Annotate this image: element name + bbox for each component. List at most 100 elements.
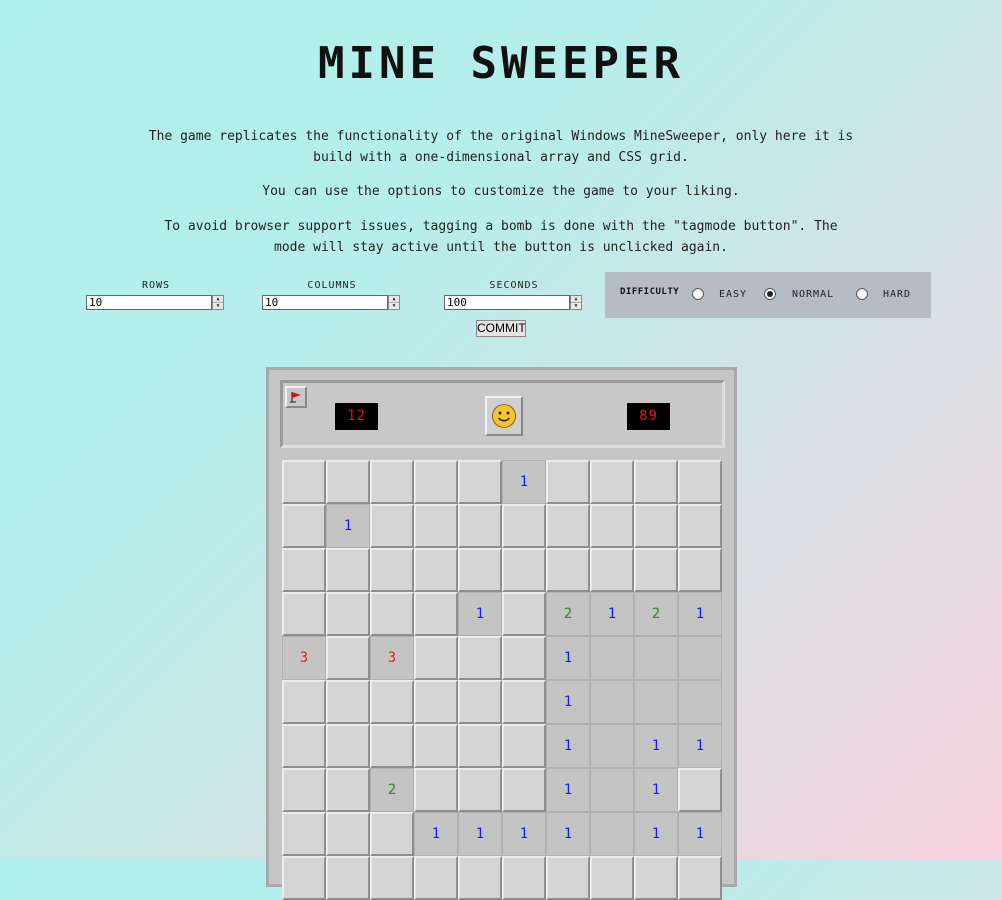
cell-closed[interactable]: [458, 460, 502, 504]
cell-closed[interactable]: [502, 636, 546, 680]
cell-closed[interactable]: [326, 768, 370, 812]
difficulty-option-normal[interactable]: NORMAL: [792, 289, 834, 300]
cell-closed[interactable]: [546, 856, 590, 900]
cell-number[interactable]: 1: [546, 768, 590, 812]
cell-closed[interactable]: [458, 856, 502, 900]
cell-closed[interactable]: [282, 680, 326, 724]
cell-closed[interactable]: [502, 856, 546, 900]
cell-closed[interactable]: [326, 592, 370, 636]
cell-number[interactable]: 1: [546, 812, 590, 856]
cell-closed[interactable]: [414, 460, 458, 504]
cell-number[interactable]: 3: [370, 636, 414, 680]
cell-number[interactable]: 1: [546, 680, 590, 724]
cell-closed[interactable]: [502, 504, 546, 548]
cell-empty[interactable]: [590, 724, 634, 768]
cell-closed[interactable]: [370, 812, 414, 856]
cell-closed[interactable]: [282, 856, 326, 900]
cell-number[interactable]: 2: [634, 592, 678, 636]
stepper-down-icon[interactable]: ▼: [213, 302, 223, 309]
cell-closed[interactable]: [590, 548, 634, 592]
cell-closed[interactable]: [546, 548, 590, 592]
cell-closed[interactable]: [502, 768, 546, 812]
cell-closed[interactable]: [414, 636, 458, 680]
rows-input[interactable]: 10: [86, 295, 212, 310]
cell-empty[interactable]: [590, 636, 634, 680]
seconds-input[interactable]: 100: [444, 295, 570, 310]
cell-closed[interactable]: [458, 680, 502, 724]
cell-closed[interactable]: [634, 460, 678, 504]
cell-empty[interactable]: [634, 680, 678, 724]
cell-number[interactable]: 1: [458, 592, 502, 636]
cell-closed[interactable]: [326, 548, 370, 592]
cell-empty[interactable]: [678, 636, 722, 680]
cell-closed[interactable]: [414, 680, 458, 724]
cell-closed[interactable]: [370, 724, 414, 768]
commit-button[interactable]: COMMIT: [476, 320, 526, 337]
cell-closed[interactable]: [326, 680, 370, 724]
cell-number[interactable]: 1: [458, 812, 502, 856]
cell-number[interactable]: 3: [282, 636, 326, 680]
cell-closed[interactable]: [546, 460, 590, 504]
cell-closed[interactable]: [414, 592, 458, 636]
cell-closed[interactable]: [590, 460, 634, 504]
cell-closed[interactable]: [282, 768, 326, 812]
cell-number[interactable]: 1: [502, 812, 546, 856]
cell-closed[interactable]: [282, 460, 326, 504]
cell-number[interactable]: 1: [590, 592, 634, 636]
cell-number[interactable]: 1: [634, 812, 678, 856]
cell-closed[interactable]: [370, 460, 414, 504]
seconds-stepper[interactable]: ▲ ▼: [570, 295, 582, 310]
cell-empty[interactable]: [678, 680, 722, 724]
difficulty-option-hard[interactable]: HARD: [883, 289, 911, 300]
cell-closed[interactable]: [546, 504, 590, 548]
cell-closed[interactable]: [414, 724, 458, 768]
difficulty-radio-hard[interactable]: [856, 288, 868, 300]
cell-closed[interactable]: [590, 856, 634, 900]
cell-closed[interactable]: [678, 504, 722, 548]
cell-closed[interactable]: [282, 504, 326, 548]
difficulty-radio-normal[interactable]: [764, 288, 776, 300]
difficulty-radio-easy[interactable]: [692, 288, 704, 300]
cell-number[interactable]: 2: [546, 592, 590, 636]
cell-closed[interactable]: [678, 548, 722, 592]
cell-number[interactable]: 1: [634, 724, 678, 768]
cell-closed[interactable]: [414, 504, 458, 548]
cell-closed[interactable]: [502, 548, 546, 592]
cell-closed[interactable]: [634, 504, 678, 548]
cell-number[interactable]: 1: [502, 460, 546, 504]
cell-closed[interactable]: [458, 504, 502, 548]
cell-closed[interactable]: [678, 768, 722, 812]
cell-empty[interactable]: [590, 680, 634, 724]
cell-number[interactable]: 1: [678, 724, 722, 768]
cell-closed[interactable]: [326, 460, 370, 504]
cell-closed[interactable]: [414, 548, 458, 592]
cell-closed[interactable]: [458, 548, 502, 592]
cell-closed[interactable]: [370, 504, 414, 548]
cell-closed[interactable]: [678, 460, 722, 504]
cell-number[interactable]: 2: [370, 768, 414, 812]
cell-number[interactable]: 1: [546, 636, 590, 680]
cell-closed[interactable]: [282, 812, 326, 856]
cell-number[interactable]: 1: [678, 812, 722, 856]
cell-closed[interactable]: [634, 856, 678, 900]
cell-empty[interactable]: [590, 812, 634, 856]
rows-stepper[interactable]: ▲ ▼: [212, 295, 224, 310]
cell-closed[interactable]: [326, 724, 370, 768]
cell-closed[interactable]: [370, 548, 414, 592]
cell-closed[interactable]: [370, 592, 414, 636]
tag-mode-button[interactable]: [285, 386, 307, 408]
cell-closed[interactable]: [502, 592, 546, 636]
cell-closed[interactable]: [282, 592, 326, 636]
cell-empty[interactable]: [634, 636, 678, 680]
columns-input[interactable]: 10: [262, 295, 388, 310]
cell-closed[interactable]: [414, 856, 458, 900]
cell-closed[interactable]: [370, 856, 414, 900]
cell-closed[interactable]: [458, 724, 502, 768]
cell-closed[interactable]: [370, 680, 414, 724]
cell-closed[interactable]: [634, 548, 678, 592]
cell-closed[interactable]: [502, 680, 546, 724]
cell-number[interactable]: 1: [634, 768, 678, 812]
difficulty-option-easy[interactable]: EASY: [719, 289, 747, 300]
cell-closed[interactable]: [678, 856, 722, 900]
cell-closed[interactable]: [590, 504, 634, 548]
